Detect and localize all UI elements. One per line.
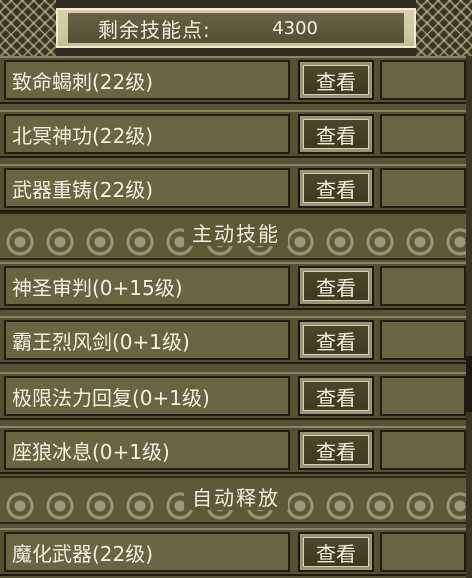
section-title: 自动释放: [184, 486, 288, 510]
skill-name: 魔化武器(22级): [12, 541, 154, 566]
skill-points-label: 剩余技能点:: [98, 17, 211, 42]
view-button[interactable]: 查看: [298, 266, 374, 306]
skill-row: 神圣审判(0+15级) 查看: [0, 262, 472, 310]
skill-name: 致命蝎刺(22级): [12, 69, 154, 94]
skill-name: 霸王烈风剑(0+1级): [12, 329, 190, 354]
skill-name: 神圣审判(0+15级): [12, 275, 183, 300]
view-button[interactable]: 查看: [298, 430, 374, 470]
skill-row: 极限法力回复(0+1级) 查看: [0, 372, 472, 420]
view-button[interactable]: 查看: [298, 320, 374, 360]
scrollbar-thumb[interactable]: [466, 356, 472, 412]
skill-name: 座狼冰息(0+1级): [12, 439, 170, 464]
skill-row: 霸王烈风剑(0+1级) 查看: [0, 316, 472, 364]
skill-points-bar: 剩余技能点: 4300: [56, 8, 416, 48]
skill-row: 魔化武器(22级) 查看: [0, 528, 472, 576]
ornament-corner-left: [0, 0, 56, 56]
skill-name: 武器重铸(22级): [12, 177, 154, 202]
skill-row: 武器重铸(22级) 查看: [0, 164, 472, 212]
section-header-auto: 自动释放: [0, 476, 472, 524]
view-button[interactable]: 查看: [298, 114, 374, 154]
skill-name: 北冥神功(22级): [12, 123, 154, 148]
view-button[interactable]: 查看: [298, 168, 374, 208]
section-title: 主动技能: [184, 222, 288, 246]
view-button[interactable]: 查看: [298, 60, 374, 100]
ornament-corner-right: [416, 0, 472, 56]
view-button[interactable]: 查看: [298, 532, 374, 572]
skill-panel: 剩余技能点: 4300 致命蝎刺(22级) 查看 北冥神功(22级) 查看 武器…: [0, 0, 472, 578]
skill-name: 极限法力回复(0+1级): [12, 385, 210, 410]
skill-row: 致命蝎刺(22级) 查看: [0, 56, 472, 104]
view-button[interactable]: 查看: [298, 376, 374, 416]
skill-row: 座狼冰息(0+1级) 查看: [0, 426, 472, 474]
skill-points-header: 剩余技能点: 4300: [0, 0, 472, 56]
skill-points-value: 4300: [272, 17, 318, 39]
section-header-active: 主动技能: [0, 212, 472, 260]
scrollbar[interactable]: [466, 56, 472, 578]
skill-row: 北冥神功(22级) 查看: [0, 110, 472, 158]
